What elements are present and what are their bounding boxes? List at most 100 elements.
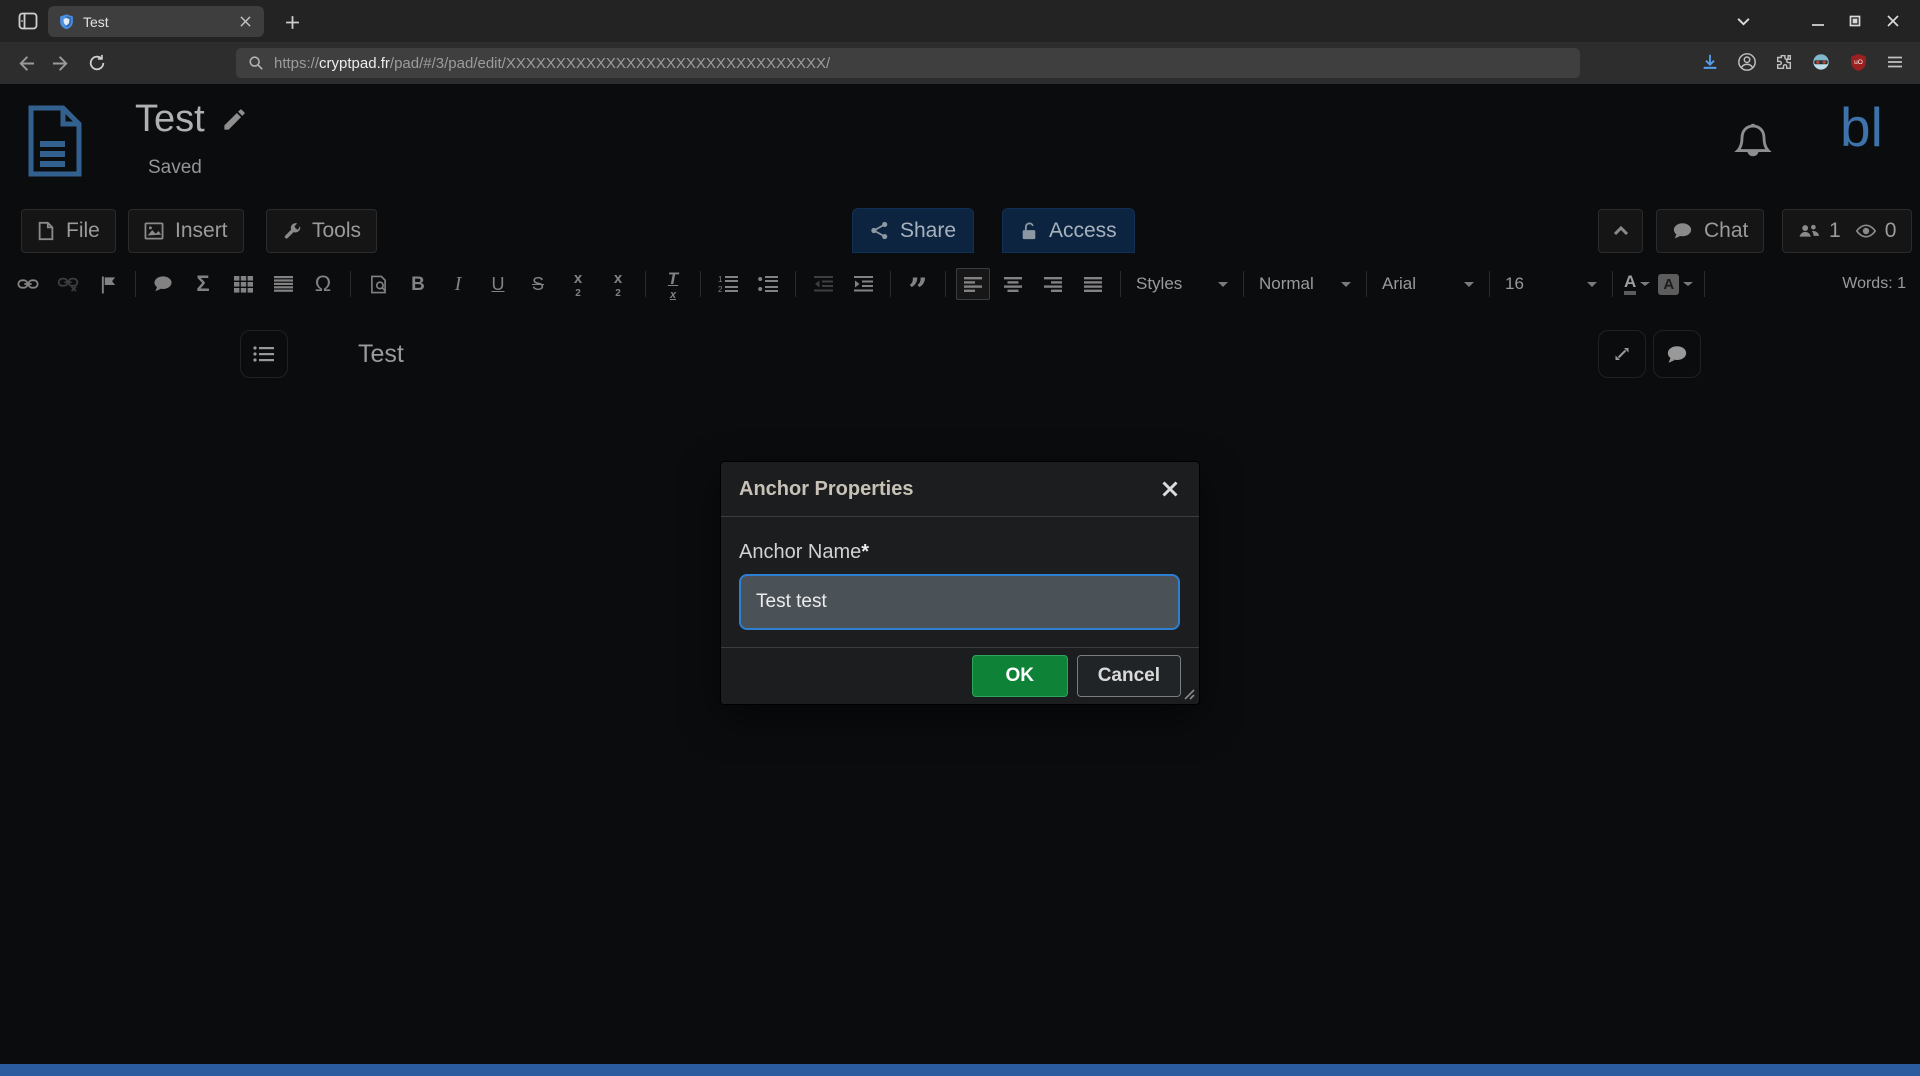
account-icon[interactable]: [1736, 51, 1758, 73]
wrench-icon: [282, 222, 301, 241]
paragraph-format-dropdown[interactable]: Normal: [1253, 269, 1357, 299]
styles-dropdown-value: Styles: [1136, 274, 1182, 294]
align-center-icon[interactable]: [996, 268, 1030, 300]
background-color-icon: A: [1658, 274, 1679, 295]
share-nodes-icon: [870, 221, 889, 240]
tab-close-icon[interactable]: [236, 13, 254, 31]
comment-icon[interactable]: [146, 268, 180, 300]
toolbar-separator: [645, 271, 646, 297]
table-icon[interactable]: [226, 268, 260, 300]
dialog-header[interactable]: Anchor Properties: [721, 462, 1199, 517]
bold-icon[interactable]: B: [401, 268, 435, 300]
subscript-icon[interactable]: x2: [561, 268, 595, 300]
firefox-view-icon[interactable]: [16, 9, 40, 33]
pad-title[interactable]: Test: [135, 98, 205, 141]
toolbar-separator: [700, 271, 701, 297]
toolbar-separator: [1489, 271, 1490, 297]
chevron-down-icon: [1218, 282, 1228, 287]
strikethrough-icon[interactable]: S: [521, 268, 555, 300]
outline-toggle-button[interactable]: [240, 330, 288, 378]
remove-format-icon[interactable]: Tx: [656, 268, 690, 300]
decrease-indent-icon[interactable]: [806, 268, 840, 300]
bulleted-list-icon[interactable]: [751, 268, 785, 300]
dialog-close-icon[interactable]: [1159, 478, 1181, 500]
pad-document-icon: [27, 104, 83, 178]
superscript-icon[interactable]: x2: [601, 268, 635, 300]
edit-title-pencil-icon[interactable]: [221, 106, 248, 133]
toolbar-separator: [1704, 271, 1705, 297]
underline-icon[interactable]: U: [481, 268, 515, 300]
align-right-icon[interactable]: [1036, 268, 1070, 300]
cancel-button[interactable]: Cancel: [1077, 655, 1181, 697]
unlink-icon[interactable]: [51, 268, 85, 300]
horizontal-rule-icon[interactable]: [266, 268, 300, 300]
url-text: https://cryptpad.fr/pad/#/3/pad/edit/XXX…: [274, 55, 830, 72]
collapse-toolbar-button[interactable]: [1598, 209, 1643, 253]
chat-bubble-icon: [1672, 222, 1693, 241]
font-dropdown[interactable]: Arial: [1376, 269, 1480, 299]
link-icon[interactable]: [11, 268, 45, 300]
word-count: Words: 1: [1842, 275, 1906, 293]
anchor-properties-dialog: Anchor Properties Anchor Name* OK Cancel: [721, 462, 1199, 704]
window-minimize-button[interactable]: [1803, 0, 1833, 42]
browser-nav-bar: https://cryptpad.fr/pad/#/3/pad/edit/XXX…: [0, 42, 1920, 84]
menu-hamburger-icon[interactable]: [1884, 51, 1906, 73]
pad-title-row: Test: [135, 98, 248, 141]
font-size-dropdown[interactable]: 16: [1499, 269, 1603, 299]
presence-button[interactable]: 1 0: [1782, 209, 1912, 253]
text-color-button[interactable]: A: [1624, 273, 1650, 295]
users-icon: [1798, 222, 1821, 241]
math-sigma-icon[interactable]: Σ: [186, 268, 220, 300]
paragraph-format-value: Normal: [1259, 274, 1314, 294]
url-bar[interactable]: https://cryptpad.fr/pad/#/3/pad/edit/XXX…: [236, 48, 1580, 78]
forward-icon[interactable]: [49, 51, 73, 75]
new-tab-button[interactable]: [278, 8, 306, 36]
downloads-icon[interactable]: [1699, 51, 1721, 73]
window-maximize-button[interactable]: [1840, 0, 1870, 42]
preview-icon[interactable]: [361, 268, 395, 300]
file-menu-button[interactable]: File: [21, 209, 116, 253]
privacy-extension-icon[interactable]: [1810, 51, 1832, 73]
toolbar-separator: [1612, 271, 1613, 297]
insert-menu-button[interactable]: Insert: [128, 209, 244, 253]
styles-dropdown[interactable]: Styles: [1130, 269, 1234, 299]
nav-extensions-area: uO: [1699, 51, 1906, 73]
background-color-button[interactable]: A: [1658, 274, 1693, 295]
blockquote-icon[interactable]: ”: [901, 276, 935, 308]
comments-toggle-button[interactable]: [1653, 330, 1701, 378]
special-character-omega-icon[interactable]: Ω: [306, 268, 340, 300]
anchor-name-label: Anchor Name*: [739, 541, 1181, 564]
ublock-origin-icon[interactable]: uO: [1847, 51, 1869, 73]
user-logo-text[interactable]: bl: [1840, 100, 1883, 155]
share-button[interactable]: Share: [852, 208, 974, 253]
tools-menu-button[interactable]: Tools: [266, 209, 377, 253]
pad-toolbar: File Insert Tools: [0, 205, 1920, 261]
chevron-down-icon: [1683, 282, 1693, 286]
window-close-button[interactable]: [1878, 0, 1908, 42]
browser-tab[interactable]: Test: [48, 6, 264, 37]
italic-icon[interactable]: I: [441, 268, 475, 300]
reload-icon[interactable]: [85, 51, 109, 75]
file-menu-label: File: [66, 219, 100, 243]
dialog-footer: OK Cancel: [721, 647, 1199, 704]
numbered-list-icon[interactable]: 1 2: [711, 268, 745, 300]
chat-button[interactable]: Chat: [1656, 209, 1764, 253]
ok-button[interactable]: OK: [972, 655, 1068, 697]
back-icon[interactable]: [13, 51, 37, 75]
svg-text:2: 2: [718, 285, 723, 293]
image-icon: [144, 222, 164, 240]
font-size-value: 16: [1505, 274, 1524, 294]
increase-indent-icon[interactable]: [846, 268, 880, 300]
toolbar-separator: [945, 271, 946, 297]
anchor-name-input[interactable]: [739, 574, 1180, 630]
notifications-bell-icon[interactable]: [1732, 121, 1774, 165]
document-text[interactable]: Test: [358, 340, 404, 369]
access-button[interactable]: Access: [1002, 208, 1135, 253]
anchor-flag-icon[interactable]: [91, 268, 125, 300]
align-justify-icon[interactable]: [1076, 268, 1110, 300]
extensions-puzzle-icon[interactable]: [1773, 51, 1795, 73]
align-left-icon[interactable]: [956, 268, 990, 300]
maximize-editor-button[interactable]: [1598, 330, 1646, 378]
tab-list-chevron-icon[interactable]: [1728, 0, 1758, 42]
dialog-resize-handle[interactable]: [1183, 688, 1195, 700]
